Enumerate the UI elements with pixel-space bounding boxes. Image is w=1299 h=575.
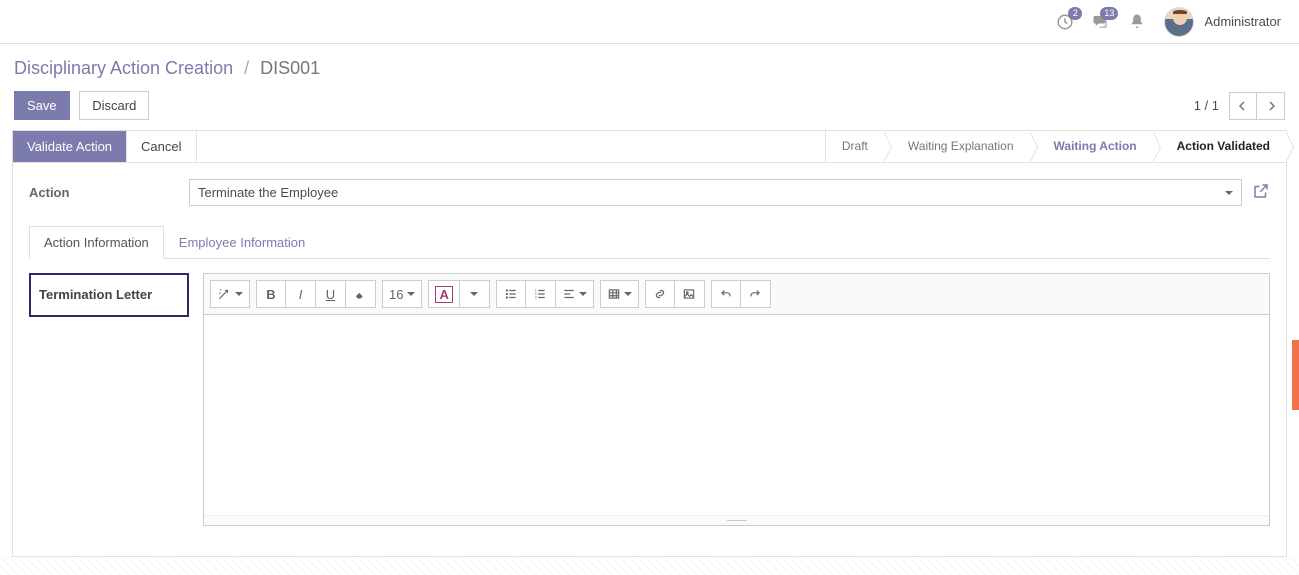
chevron-left-icon [1238,101,1248,111]
underline-button[interactable]: U [316,280,346,308]
action-select-value: Terminate the Employee [198,185,338,200]
breadcrumb-record: DIS001 [260,58,320,78]
tab-content: Termination Letter B I U [29,259,1270,540]
bell-icon [1128,13,1146,31]
sheet: Action Terminate the Employee Action Inf… [13,163,1286,556]
tabs: Action Information Employee Information [29,226,1270,259]
eraser-icon [354,287,368,301]
font-size-select[interactable]: 16 [382,280,422,308]
activity-button[interactable]: 2 [1056,13,1074,31]
breadcrumb-sep: / [244,58,249,78]
bold-icon: B [266,287,275,302]
step-draft[interactable]: Draft [825,131,884,162]
sheet-wrap: Validate Action Cancel Draft Waiting Exp… [12,130,1287,557]
step-waiting-action[interactable]: Waiting Action [1030,131,1153,162]
cancel-button[interactable]: Cancel [127,131,196,162]
breadcrumb: Disciplinary Action Creation / DIS001 [14,58,320,79]
header-row: Disciplinary Action Creation / DIS001 [0,44,1299,87]
font-size-value: 16 [389,287,403,302]
undo-button[interactable] [711,280,741,308]
action-select[interactable]: Terminate the Employee [189,179,1242,206]
caret-down-icon [470,292,478,296]
username-label[interactable]: Administrator [1204,14,1281,29]
save-button[interactable]: Save [14,91,70,120]
activity-badge: 2 [1068,7,1082,20]
caret-down-icon [624,292,632,296]
controls-row: Save Discard 1 / 1 [0,87,1299,130]
svg-text:3: 3 [535,296,537,300]
status-steps: Draft Waiting Explanation Waiting Action… [825,131,1286,162]
messages-badge: 13 [1100,7,1118,20]
redo-button[interactable] [741,280,771,308]
redo-icon [748,287,762,301]
font-color-button[interactable]: A [428,280,459,308]
magic-icon [217,287,231,301]
field-action: Action Terminate the Employee [29,179,1270,206]
font-color-icon: A [435,286,452,303]
image-icon [682,287,696,301]
caret-down-icon [1225,191,1233,195]
paging: 1 / 1 [1194,92,1285,120]
notifications-button[interactable] [1128,13,1146,31]
action-external-link[interactable] [1252,182,1270,203]
caret-down-icon [407,292,415,296]
editor-toolbar: B I U 16 [204,274,1269,315]
avatar[interactable] [1164,7,1194,37]
paging-text: 1 / 1 [1194,98,1219,113]
topbar: 2 13 Administrator [0,0,1299,44]
termination-letter-label[interactable]: Termination Letter [29,273,189,317]
table-icon [607,287,621,301]
clear-format-button[interactable] [346,280,376,308]
step-waiting-explanation[interactable]: Waiting Explanation [884,131,1030,162]
table-button[interactable] [600,280,639,308]
right-edge-marker [1292,340,1299,410]
editor-area[interactable] [204,315,1269,515]
font-color-dropdown[interactable] [460,280,490,308]
external-link-icon [1252,182,1270,200]
link-button[interactable] [645,280,675,308]
page-prev[interactable] [1229,92,1257,120]
bold-button[interactable]: B [256,280,286,308]
tab-action-information[interactable]: Action Information [29,226,164,259]
rich-text-editor: B I U 16 [203,273,1270,526]
align-icon [562,287,576,301]
link-icon [653,287,667,301]
underline-icon: U [326,287,335,302]
align-button[interactable] [556,280,594,308]
step-action-validated[interactable]: Action Validated [1153,131,1286,162]
style-button[interactable] [210,280,250,308]
ul-button[interactable] [496,280,526,308]
field-action-label: Action [29,185,189,200]
list-ul-icon [504,287,518,301]
caret-down-icon [235,292,243,296]
page-next[interactable] [1257,92,1285,120]
ol-button[interactable]: 123 [526,280,556,308]
caret-down-icon [579,292,587,296]
italic-icon: I [299,287,303,302]
discard-button[interactable]: Discard [79,91,149,120]
image-button[interactable] [675,280,705,308]
status-row: Validate Action Cancel Draft Waiting Exp… [13,131,1286,163]
list-ol-icon: 123 [533,287,547,301]
italic-button[interactable]: I [286,280,316,308]
tab-employee-information[interactable]: Employee Information [164,226,320,259]
editor-resize-handle[interactable] [204,515,1269,525]
validate-action-button[interactable]: Validate Action [13,131,127,162]
chevron-right-icon [1266,101,1276,111]
messages-button[interactable]: 13 [1092,13,1110,31]
breadcrumb-section[interactable]: Disciplinary Action Creation [14,58,233,78]
undo-icon [719,287,733,301]
